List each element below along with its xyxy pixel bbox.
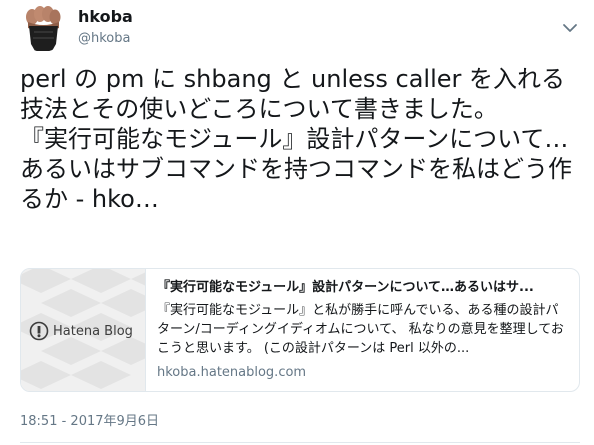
tweet-header: hkoba @hkoba [20,4,580,54]
card-thumbnail: Hatena Blog [21,269,146,391]
hatena-blog-logo-icon [29,321,49,341]
raised-fist-avatar-icon [20,4,66,52]
card-domain: hkoba.hatenablog.com [157,365,307,380]
user-names[interactable]: hkoba @hkoba [78,8,133,48]
tweet-text: perl の pm に shbang と unless caller を入れる技… [20,65,572,213]
hatena-blog-wordmark: Hatena Blog [53,323,133,339]
hatena-blog-logo: Hatena Blog [29,321,133,341]
divider [20,442,580,443]
card-title[interactable]: 『実行可能なモジュール』設計パターンについて…あるいはサ... [157,279,569,297]
tweet-timestamp[interactable]: 18:51 - 2017年9月6日 [20,413,159,431]
card-body[interactable]: 『実行可能なモジュール』設計パターンについて…あるいはサ... 『実行可能なモジ… [157,279,569,382]
link-card[interactable]: Hatena Blog 『実行可能なモジュール』設計パターンについて…あるいはサ… [20,268,580,392]
avatar[interactable] [20,4,66,52]
screen-name[interactable]: @hkoba [78,30,133,48]
card-description: 『実行可能なモジュール』と私が勝手に呼んでいる、ある種の設計パターン/コーディン… [157,303,564,356]
tweet: hkoba @hkoba perl の pm に shbang と unless… [0,0,594,445]
chevron-down-icon[interactable] [560,18,580,38]
display-name[interactable]: hkoba [78,8,133,26]
